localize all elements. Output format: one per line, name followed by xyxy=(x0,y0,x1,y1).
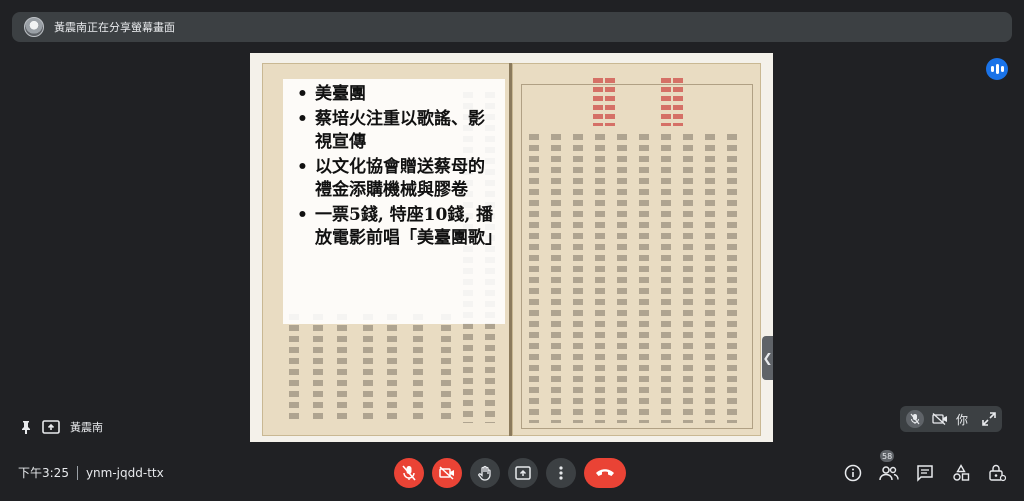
meeting-details-button[interactable] xyxy=(842,462,864,484)
bullet-item: 一票5錢, 特座10錢, 播放電影前唱「美臺團歌」 xyxy=(293,204,502,250)
meeting-info: 下午3:25 ynm-jqdd-ttx xyxy=(18,464,164,481)
call-controls xyxy=(394,458,626,488)
more-options-button[interactable] xyxy=(546,458,576,488)
collapse-panel-button[interactable]: ❮ xyxy=(762,336,773,380)
shared-screen: 美臺團 蔡培火注重以歌謠、影視宣傳 以文化協會贈送蔡母的禮金添購機械與膠卷 一票… xyxy=(250,53,773,442)
mic-off-icon xyxy=(402,465,416,481)
raise-hand-button[interactable] xyxy=(470,458,500,488)
people-button[interactable]: 58 xyxy=(878,450,900,484)
slide-text-overlay: 美臺團 蔡培火注重以歌謠、影視宣傳 以文化協會贈送蔡母的禮金添購機械與膠卷 一票… xyxy=(283,79,505,324)
pin-icon[interactable] xyxy=(20,420,32,434)
present-now-button[interactable] xyxy=(508,458,538,488)
toggle-mic-button[interactable] xyxy=(394,458,424,488)
self-name: 你 xyxy=(956,412,969,427)
document-page-right xyxy=(512,63,761,436)
share-banner: 黃震南正在分享螢幕畫面 xyxy=(12,12,1012,42)
host-controls-button[interactable] xyxy=(986,462,1008,484)
speaking-indicator-icon xyxy=(986,58,1008,80)
present-screen-icon xyxy=(42,420,60,434)
camera-off-icon xyxy=(932,413,948,425)
chevron-left-icon: ❮ xyxy=(762,351,773,365)
phone-hangup-icon xyxy=(595,468,615,478)
meeting-code: ynm-jqdd-ttx xyxy=(85,465,164,480)
hand-icon xyxy=(478,465,492,481)
participant-count-badge: 58 xyxy=(880,450,895,462)
lock-person-icon xyxy=(988,464,1006,482)
bullet-item: 蔡培火注重以歌謠、影視宣傳 xyxy=(293,108,499,154)
presenter-name: 黃震南 xyxy=(70,421,103,434)
present-screen-icon xyxy=(515,466,531,480)
more-vertical-icon xyxy=(559,466,563,480)
toggle-camera-button[interactable] xyxy=(432,458,462,488)
camera-off-icon xyxy=(439,466,455,480)
bullet-list: 美臺團 蔡培火注重以歌謠、影視宣傳 以文化協會贈送蔡母的禮金添購機械與膠卷 一票… xyxy=(293,83,502,250)
info-icon xyxy=(844,464,862,482)
divider xyxy=(76,465,78,480)
bullet-item: 以文化協會贈送蔡母的禮金添購機械與膠卷 xyxy=(293,156,499,202)
activities-button[interactable] xyxy=(950,462,972,484)
mic-off-icon xyxy=(906,410,924,428)
side-panel-controls: 58 xyxy=(842,450,1008,484)
presenter-label: 黃震南 xyxy=(20,419,103,435)
meeting-time: 下午3:25 xyxy=(18,466,69,480)
chat-button[interactable] xyxy=(914,462,936,484)
expand-icon[interactable] xyxy=(982,412,996,426)
chat-icon xyxy=(916,464,934,482)
presenter-avatar xyxy=(24,17,44,37)
share-banner-text: 黃震南正在分享螢幕畫面 xyxy=(54,21,175,34)
shapes-icon xyxy=(952,464,970,482)
bullet-item: 美臺團 xyxy=(293,83,499,106)
people-icon xyxy=(879,465,899,481)
self-video-tile[interactable]: 你 xyxy=(900,406,1002,432)
leave-call-button[interactable] xyxy=(584,458,626,488)
